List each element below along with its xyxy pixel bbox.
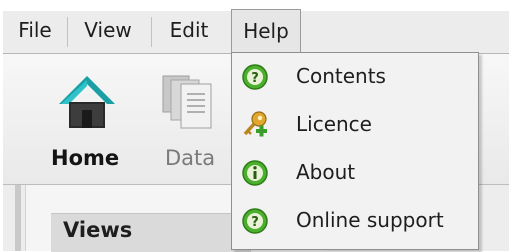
menu-separator	[67, 17, 68, 47]
app-window: File View Edit Help Home Data Views ? Co…	[3, 3, 509, 252]
help-icon: ?	[242, 208, 268, 234]
views-header[interactable]: Views	[51, 213, 251, 252]
menu-file[interactable]: File	[9, 11, 61, 51]
menu-item-online-support[interactable]: ? Online support	[232, 199, 478, 245]
data-label: Data	[165, 146, 216, 170]
about-label: About	[296, 160, 356, 184]
documents-icon	[162, 75, 212, 129]
home-label: Home	[51, 146, 120, 170]
info-icon	[242, 160, 268, 186]
menu-item-contents[interactable]: ? Contents	[232, 55, 478, 101]
key-add-icon	[243, 111, 267, 137]
menu-help[interactable]: Help	[231, 9, 301, 53]
data-button[interactable]: Data	[153, 54, 229, 182]
contents-label: Contents	[296, 64, 386, 88]
menu-separator	[151, 17, 152, 47]
menu-edit[interactable]: Edit	[159, 11, 219, 51]
help-icon: ?	[242, 64, 268, 90]
home-icon	[59, 76, 115, 128]
svg-text:?: ?	[251, 71, 259, 86]
home-button[interactable]: Home	[33, 54, 143, 182]
online-support-label: Online support	[296, 208, 444, 232]
menu-item-licence[interactable]: Licence	[232, 103, 478, 149]
menu-view[interactable]: View	[75, 11, 141, 51]
help-dropdown-menu: ? Contents Licence About ? Online suppor…	[231, 52, 479, 250]
views-title: Views	[63, 218, 133, 242]
menu-item-about[interactable]: About	[232, 151, 478, 197]
licence-label: Licence	[296, 112, 372, 136]
svg-text:?: ?	[251, 215, 259, 230]
menu-bar: File View Edit Help	[3, 9, 509, 54]
left-strip	[15, 185, 21, 251]
